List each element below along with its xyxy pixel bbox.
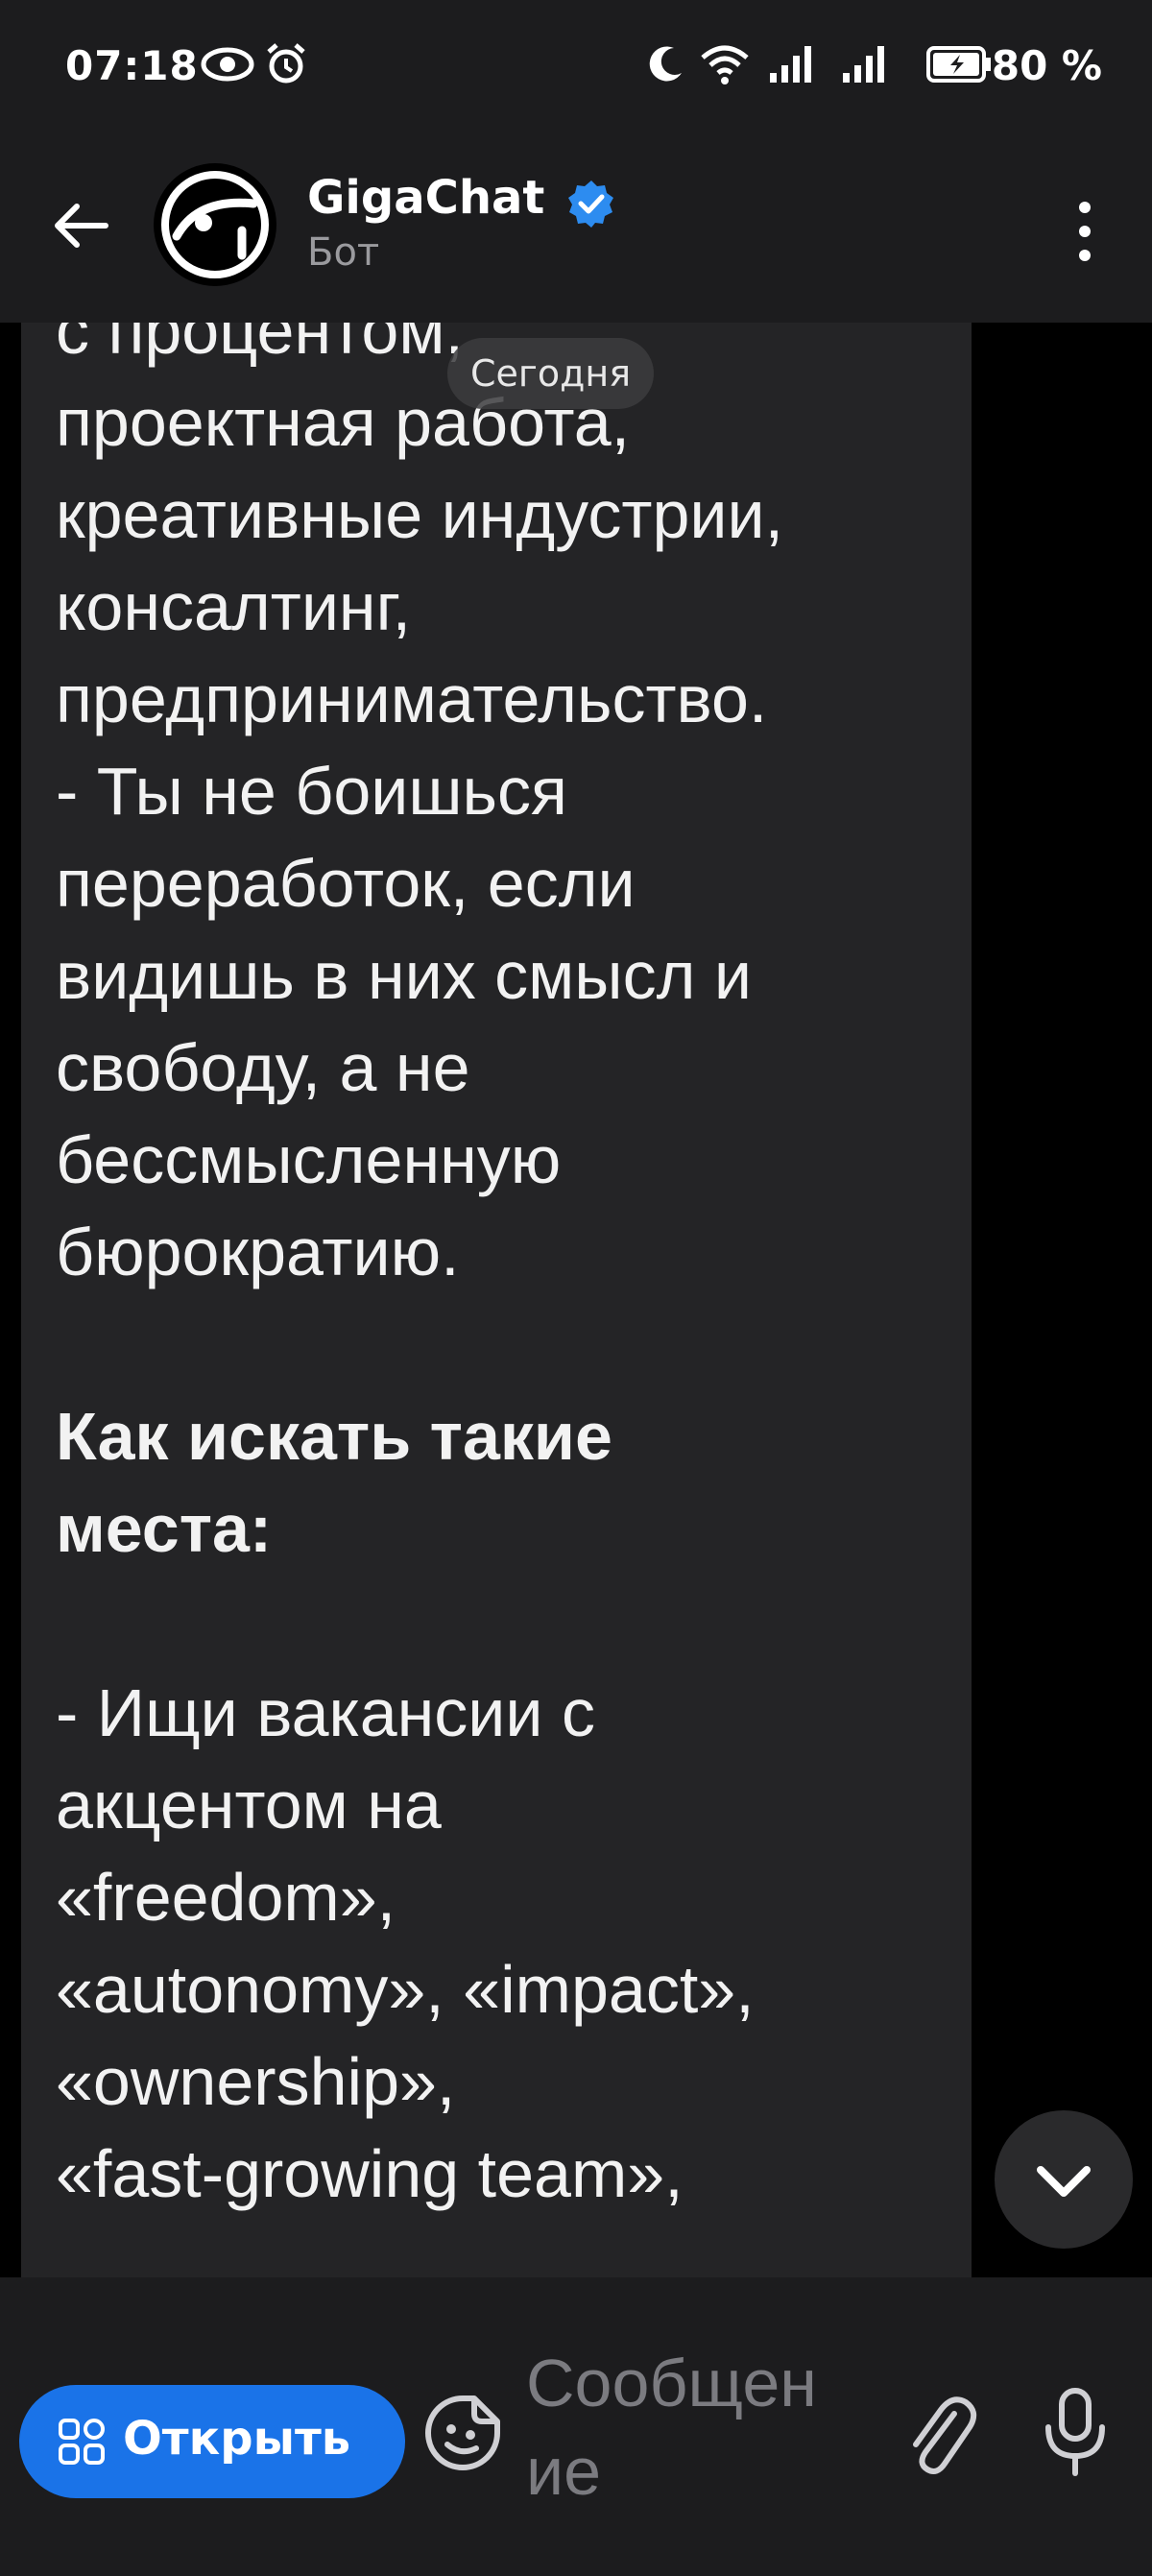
chat-title[interactable]: GigaChat bbox=[307, 171, 544, 225]
message-line: - Ты не боишься bbox=[56, 754, 567, 829]
alarm-icon bbox=[267, 43, 305, 84]
message-line: предпринимательство. bbox=[56, 662, 768, 736]
microphone-icon[interactable] bbox=[1039, 2385, 1112, 2481]
gigachat-logo-icon[interactable] bbox=[150, 159, 280, 290]
battery-icon bbox=[926, 46, 991, 83]
moon-icon bbox=[649, 46, 682, 82]
message-input[interactable] bbox=[526, 2339, 843, 2540]
chat-subtitle: Бот bbox=[307, 230, 380, 275]
paperclip-icon[interactable] bbox=[899, 2391, 979, 2477]
chevron-down-icon bbox=[1037, 2166, 1091, 2197]
eye-icon bbox=[201, 47, 254, 82]
message-bubble: с процентом, проектная работа, креативны… bbox=[21, 323, 972, 2277]
message-line: «fast-growing team», bbox=[56, 2136, 684, 2211]
wifi-icon bbox=[701, 45, 749, 84]
verified-icon bbox=[568, 181, 613, 228]
message-heading-line: места: bbox=[56, 1491, 273, 1566]
chat-header: GigaChat Бот bbox=[0, 134, 1152, 323]
message-line: «freedom», bbox=[56, 1860, 396, 1935]
message-line: - Ищи вакансии с bbox=[56, 1675, 595, 1750]
message-line: бессмысленную bbox=[56, 1122, 562, 1197]
battery-level: 80 % bbox=[991, 42, 1102, 89]
open-button[interactable]: Открыть bbox=[19, 2385, 405, 2498]
message-line: креативные индустрии, bbox=[56, 477, 784, 552]
emoji-icon[interactable] bbox=[422, 2393, 503, 2473]
message-line: бюрократию. bbox=[56, 1215, 460, 1289]
screen: 07:18 80 % GigaChat Бот с процентом, про… bbox=[0, 0, 1152, 2576]
message-line: видишь в них смысл и bbox=[56, 938, 752, 1013]
date-divider: Сегодня bbox=[447, 338, 655, 409]
scroll-down-button[interactable] bbox=[995, 2110, 1133, 2249]
back-arrow-icon[interactable] bbox=[48, 192, 115, 259]
chat-area[interactable]: с процентом, проектная работа, креативны… bbox=[0, 323, 1152, 2277]
message-line: свободу, а не bbox=[56, 1030, 470, 1105]
message-line: переработок, если bbox=[56, 846, 636, 921]
message-line: акцентом на bbox=[56, 1768, 442, 1842]
signal-icon bbox=[770, 46, 811, 83]
status-bar: 07:18 80 % bbox=[0, 0, 1152, 134]
message-text: с процентом, проектная работа, креативны… bbox=[56, 323, 958, 2220]
open-button-label: Открыть bbox=[123, 2412, 351, 2466]
grid-icon bbox=[59, 2419, 105, 2465]
message-line: «ownership», bbox=[56, 2044, 456, 2119]
signal-icon bbox=[843, 46, 884, 83]
message-line: консалтинг, bbox=[56, 569, 412, 644]
message-heading-line: Как искать такие bbox=[56, 1399, 612, 1474]
message-line: «autonomy», «impact», bbox=[56, 1952, 755, 2027]
input-bar: Открыть bbox=[0, 2277, 1152, 2576]
more-vertical-icon[interactable] bbox=[1056, 188, 1114, 275]
status-time: 07:18 bbox=[65, 42, 199, 89]
